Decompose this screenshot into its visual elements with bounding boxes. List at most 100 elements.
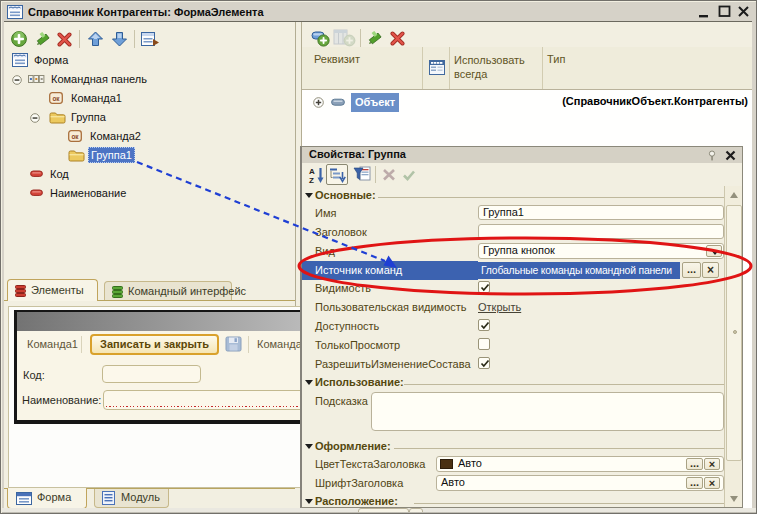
sort-az-icon[interactable]: A Z	[308, 166, 324, 184]
clear-button[interactable]: ×	[702, 262, 719, 278]
otkryt-link[interactable]: Открыть	[478, 301, 521, 313]
pin-icon[interactable]	[708, 150, 716, 161]
tab-label: Форма	[37, 491, 71, 503]
property-combo-vid[interactable]: Группа кнопок	[478, 243, 724, 259]
toolbar-separator	[375, 166, 376, 183]
checkbox-vidimost[interactable]	[478, 281, 490, 293]
category-rule	[378, 197, 724, 198]
categories-button-pressed[interactable]	[326, 164, 348, 185]
checkbox-dostupnost[interactable]	[478, 319, 490, 331]
combo-value: Группа кнопок	[483, 244, 555, 256]
tree-row-naimenovanie[interactable]: Наименование	[4, 184, 295, 203]
clear-x-icon: ×	[709, 458, 715, 470]
ellipsis-button[interactable]: ...	[682, 262, 701, 278]
ellipsis-button[interactable]: ...	[686, 458, 703, 470]
tree-row-komanda1[interactable]: ок Команда1	[4, 89, 295, 108]
add-icon[interactable]	[11, 31, 27, 47]
tree-row-gruppa[interactable]: Группа	[4, 108, 295, 127]
clear-button[interactable]: ×	[704, 458, 720, 470]
folder-icon	[49, 110, 66, 124]
category-raspolozhenie[interactable]: Расположение:	[302, 493, 724, 508]
category-ispolzovanie[interactable]: Использование:	[302, 374, 724, 392]
categories-icon	[329, 167, 346, 184]
property-label-imya: Имя	[315, 207, 336, 219]
attribute-name[interactable]: Объект	[351, 93, 399, 112]
svg-text:Z: Z	[309, 176, 314, 185]
preview-command1-button[interactable]: Команда1	[27, 338, 78, 350]
folder-icon	[68, 148, 85, 162]
delete-icon[interactable]	[390, 31, 405, 46]
scroll-down-icon[interactable]	[730, 496, 738, 502]
expand-icon[interactable]	[313, 97, 324, 108]
tab-forma[interactable]: Форма	[7, 488, 87, 509]
ellipsis-button[interactable]: ...	[686, 477, 703, 489]
preview-code-input[interactable]	[102, 365, 201, 383]
combo-dropdown-button[interactable]	[706, 245, 722, 257]
property-row-istochnik-selected[interactable]: Источник команд	[302, 261, 478, 280]
panel-splitter[interactable]	[295, 22, 296, 306]
property-input-shrift[interactable]: Авто ... ×	[436, 475, 724, 491]
tree-label: Группа	[71, 109, 106, 125]
close-icon[interactable]	[725, 150, 736, 161]
add-table-section-icon	[333, 29, 356, 47]
move-up-icon[interactable]	[87, 31, 104, 47]
tab-modul[interactable]: Модуль	[94, 488, 169, 508]
check-form-icon[interactable]	[141, 31, 160, 47]
tree-selected-item[interactable]: Группа1	[88, 147, 135, 163]
properties-palette: Свойства: Группа A Z	[300, 146, 743, 508]
category-label: Оформление:	[315, 440, 391, 452]
tab-label: Модуль	[121, 491, 160, 503]
tree-row-gruppa1[interactable]: Группа1	[4, 146, 295, 165]
scroll-thumb[interactable]	[726, 205, 742, 461]
apply-check-icon	[402, 169, 416, 181]
tree-row-forma[interactable]: Форма	[4, 51, 295, 70]
property-value-istochnik[interactable]: Глобальные команды командной панели	[478, 262, 680, 279]
edit-pencil-icon[interactable]	[35, 32, 50, 47]
move-down-icon[interactable]	[111, 31, 128, 47]
checkbox-tolkoprosmotr[interactable]	[478, 338, 490, 350]
column-header-tip[interactable]: Тип	[547, 53, 565, 65]
column-header-rekvizit[interactable]: Реквизит	[314, 53, 360, 65]
category-oformlenie[interactable]: Оформление:	[302, 438, 724, 456]
tree-row-komanda2[interactable]: ок Команда2	[4, 127, 295, 146]
column-divider[interactable]	[449, 47, 450, 89]
clear-button[interactable]: ×	[704, 477, 720, 489]
collapse-icon[interactable]	[12, 75, 22, 85]
close-icon	[739, 7, 748, 16]
preview-save-close-button[interactable]: Записать и закрыть	[90, 334, 219, 355]
chevron-down-icon	[711, 250, 719, 255]
collapse-triangle-icon	[305, 499, 313, 504]
properties-titlebar[interactable]: Свойства: Группа	[302, 147, 743, 163]
preview-command2-button[interactable]: Команда2	[257, 338, 302, 350]
property-input-zagolovok[interactable]	[478, 224, 724, 239]
edit-pencil-icon[interactable]	[367, 31, 382, 46]
attribute-gray-icon	[331, 98, 345, 107]
property-input-imya[interactable]: Группа1	[478, 205, 724, 220]
property-label-zagolovok: Заголовок	[315, 226, 367, 238]
property-color-tsvet[interactable]: Авто ... ×	[436, 456, 724, 472]
tree-row-kod[interactable]: Код	[4, 165, 295, 184]
tab-elementy[interactable]: Элементы	[7, 279, 98, 301]
properties-scrollbar[interactable]	[724, 186, 743, 508]
frame-right	[752, 21, 757, 510]
filter-icon[interactable]	[353, 165, 371, 184]
checkbox-razreshit[interactable]	[478, 357, 490, 369]
preview-name-input[interactable]	[103, 390, 302, 410]
add-attribute-icon[interactable]	[311, 30, 330, 47]
property-textarea-podskazka[interactable]	[371, 392, 724, 431]
collapse-icon[interactable]	[30, 113, 40, 123]
attribute-row-obekt[interactable]: Объект (СправочникОбъект.Контрагенты)	[302, 93, 752, 112]
category-osnovnye[interactable]: Основные:	[302, 187, 724, 205]
delete-icon[interactable]	[57, 32, 72, 47]
column-divider[interactable]	[542, 47, 543, 89]
tree-row-komandnaya-panel[interactable]: Командная панель	[4, 70, 295, 89]
clear-x-icon: ×	[709, 477, 715, 489]
category-label: Использование:	[315, 376, 404, 388]
scroll-up-icon[interactable]	[730, 192, 738, 198]
save-disk-icon[interactable]	[225, 336, 242, 352]
window-titlebar[interactable]: Справочник Контрагенты: ФормаЭлемента	[2, 2, 757, 21]
tab-komandny-interfeys[interactable]: Командный интерфейс	[104, 281, 232, 301]
column-divider[interactable]	[422, 47, 423, 89]
ok-button-icon: ок	[68, 130, 82, 142]
column-header-ispolzovat[interactable]: Использовать всегда	[454, 53, 540, 81]
